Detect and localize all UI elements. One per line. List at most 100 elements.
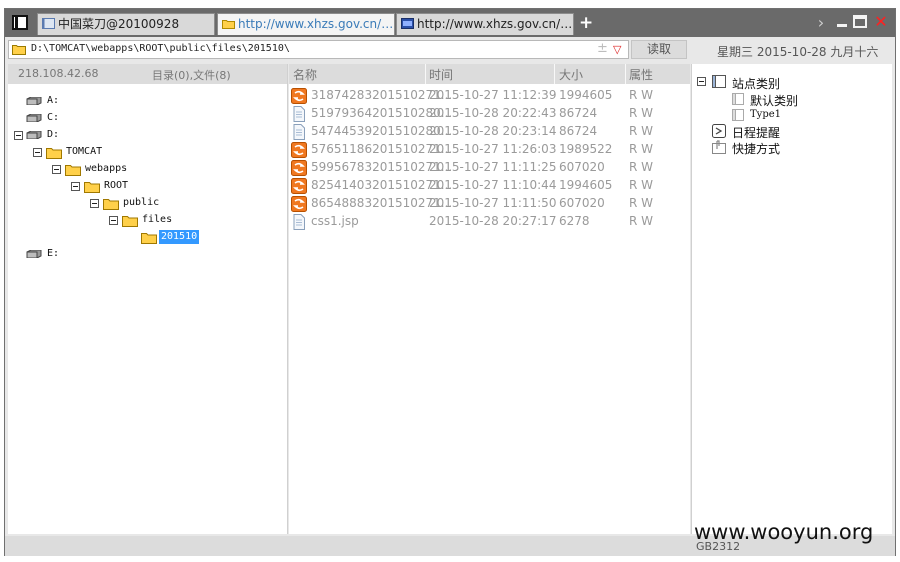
file-attr: R W: [629, 160, 654, 174]
file-time: 2015-10-27 11:26:03: [429, 142, 557, 156]
file-row[interactable]: 59956783201510271... 2015-10-27 11:11:25 6…: [289, 158, 687, 176]
file-attr: R W: [629, 214, 654, 228]
file-row[interactable]: 31874283201510271... 2015-10-27 11:12:39 1…: [289, 86, 687, 104]
column-time[interactable]: 时间: [429, 66, 453, 82]
file-size: 1994605: [559, 178, 613, 192]
window-icon: [732, 109, 744, 121]
tab-file-manager-label: http://www.xhzs.gov.cn/publi...: [238, 17, 395, 31]
collapse-icon[interactable]: [109, 216, 118, 225]
file-attr: R W: [629, 106, 654, 120]
app-menu-icon[interactable]: [12, 15, 28, 30]
tab-scroll-right-icon[interactable]: ›: [814, 14, 828, 32]
watermark: www.wooyun.org: [694, 520, 874, 544]
file-list-header: 名称 时间 大小 属性: [289, 64, 690, 84]
directory-tree-panel: 218.108.42.68 目录(0),文件(8) A: C: D: TOMCA…: [8, 64, 288, 534]
drive-icon: [26, 97, 42, 105]
image-icon: [291, 88, 307, 104]
file-attr: R W: [629, 124, 654, 138]
file-time: 2015-10-27 11:10:44: [429, 178, 557, 192]
folder-icon: [46, 148, 62, 159]
folder-icon: [84, 182, 100, 193]
path-text: D:\TOMCAT\webapps\ROOT\public\files\2015…: [31, 43, 290, 54]
file-size: 607020: [559, 196, 605, 210]
image-icon: [291, 178, 307, 194]
tab-terminal[interactable]: http://www.xhzs.gov.cn/publi...: [396, 13, 574, 35]
file-row[interactable]: 54744539201510280... 2015-10-28 20:23:14 8…: [289, 122, 687, 140]
file-attr: R W: [629, 196, 654, 210]
file-name: css1.jsp: [311, 214, 359, 228]
folder-open-icon: [141, 233, 157, 244]
clock-icon: [712, 124, 726, 138]
collapse-icon[interactable]: [33, 148, 42, 157]
close-button[interactable]: ✕: [873, 14, 889, 30]
read-button[interactable]: 读取: [631, 40, 687, 59]
drive-icon: [26, 250, 42, 258]
file-size: 86724: [559, 124, 598, 138]
terminal-icon: [401, 18, 414, 29]
drive-icon: [26, 131, 42, 139]
folder-icon: [222, 20, 235, 29]
file-time: 2015-10-28 20:27:17: [429, 214, 557, 228]
server-ip: 218.108.42.68: [18, 67, 99, 80]
tab-home-label: 中国菜刀@20100928: [58, 17, 180, 31]
file-size: 1994605: [559, 88, 613, 102]
address-bar-row: D:\TOMCAT\webapps\ROOT\public\files\2015…: [5, 37, 895, 61]
file-row[interactable]: 82541403201510271... 2015-10-27 11:10:44 1…: [289, 176, 687, 194]
new-tab-button[interactable]: +: [579, 14, 593, 32]
image-icon: [291, 196, 307, 212]
file-row[interactable]: 57651186201510271... 2015-10-27 11:26:03 1…: [289, 140, 687, 158]
file-icon: [291, 106, 307, 122]
file-time: 2015-10-27 11:11:50: [429, 196, 557, 210]
collapse-icon[interactable]: [71, 182, 80, 191]
file-attr: R W: [629, 142, 654, 156]
file-row[interactable]: 51979364201510280... 2015-10-28 20:22:43 8…: [289, 104, 687, 122]
collapse-icon[interactable]: [697, 77, 706, 86]
tab-home[interactable]: 中国菜刀@20100928: [37, 13, 215, 35]
collapse-icon[interactable]: [90, 199, 99, 208]
file-row[interactable]: css1.jsp 2015-10-28 20:27:17 6278 R W: [289, 212, 687, 230]
app-window: 中国菜刀@20100928 http://www.xhzs.gov.cn/pub…: [4, 8, 896, 556]
tab-terminal-label: http://www.xhzs.gov.cn/publi...: [417, 17, 574, 31]
file-list-panel: 名称 时间 大小 属性 31874283201510271... 2015-10-…: [289, 64, 690, 534]
collapse-icon[interactable]: [52, 165, 61, 174]
file-time: 2015-10-28 20:23:14: [429, 124, 557, 138]
column-name[interactable]: 名称: [293, 66, 317, 82]
file-time: 2015-10-27 11:12:39: [429, 88, 557, 102]
collapse-icon[interactable]: [14, 131, 23, 140]
tab-bar: 中国菜刀@20100928 http://www.xhzs.gov.cn/pub…: [5, 9, 895, 37]
folder-icon: [122, 216, 138, 227]
folder-icon: [65, 165, 81, 176]
file-size: 607020: [559, 160, 605, 174]
column-size[interactable]: 大小: [559, 66, 583, 82]
drive-icon: [26, 114, 42, 122]
tab-file-manager[interactable]: http://www.xhzs.gov.cn/publi...: [217, 13, 395, 35]
file-attr: R W: [629, 178, 654, 192]
column-attr[interactable]: 属性: [629, 66, 653, 82]
bookmark-panel: 站点类别 默认类别 Type1 日程提醒 快捷方式: [691, 64, 892, 534]
file-row[interactable]: 86548883201510271... 2015-10-27 11:11:50 6…: [289, 194, 687, 212]
file-time: 2015-10-27 11:11:25: [429, 160, 557, 174]
file-size: 6278: [559, 214, 590, 228]
file-icon: [291, 214, 307, 230]
folder-icon: [12, 45, 26, 55]
path-input[interactable]: D:\TOMCAT\webapps\ROOT\public\files\2015…: [8, 40, 629, 59]
chevron-down-icon[interactable]: ▽: [613, 43, 621, 56]
folder-icon: [103, 199, 119, 210]
minimize-button[interactable]: [834, 14, 850, 30]
file-time: 2015-10-28 20:22:43: [429, 106, 557, 120]
image-icon: [291, 142, 307, 158]
dir-file-count: 目录(0),文件(8): [152, 69, 231, 82]
shortcut-icon: [712, 140, 726, 154]
maximize-button[interactable]: [853, 15, 867, 28]
tree-header: 218.108.42.68 目录(0),文件(8): [8, 64, 287, 84]
window-icon: [712, 75, 726, 88]
up-directory-icon[interactable]: ±: [597, 41, 608, 56]
window-icon: [732, 93, 744, 105]
file-size: 86724: [559, 106, 598, 120]
window-icon: [42, 18, 55, 29]
image-icon: [291, 160, 307, 176]
file-size: 1989522: [559, 142, 613, 156]
file-icon: [291, 124, 307, 140]
date-display: 星期三 2015-10-28 九月十六: [717, 45, 879, 59]
file-attr: R W: [629, 88, 654, 102]
